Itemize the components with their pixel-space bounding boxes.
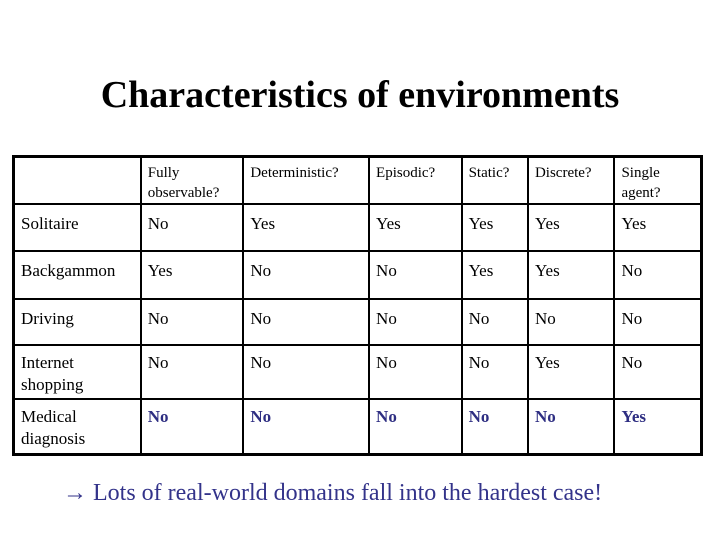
cell-discrete: No	[526, 297, 616, 346]
cell-discrete: Yes	[526, 343, 616, 401]
cell-single-agent: Yes	[613, 203, 703, 253]
header-cell-empty	[12, 155, 142, 206]
cell-discrete: Yes	[526, 250, 616, 300]
row-label: Internet shopping	[12, 343, 142, 401]
cell-discrete: Yes	[526, 203, 616, 253]
slide-title: Characteristics of environments	[100, 74, 620, 116]
cell-fully-observable: Yes	[139, 250, 245, 300]
cell-static: No	[460, 297, 529, 346]
cell-deterministic: No	[242, 343, 371, 401]
row-label: Backgammon	[12, 250, 142, 300]
cell-single-agent: No	[613, 250, 703, 300]
cell-fully-observable: No	[139, 343, 245, 401]
table-row: Solitaire No Yes Yes Yes Yes Yes	[12, 203, 703, 253]
cell-episodic: Yes	[368, 203, 463, 253]
cell-static: Yes	[460, 250, 529, 300]
header-deterministic: Deterministic?	[242, 155, 371, 206]
header-single-agent: Single agent?	[613, 155, 703, 206]
table-header-row: Fully observable? Deterministic? Episodi…	[12, 155, 703, 206]
header-static: Static?	[460, 155, 529, 206]
cell-episodic: No	[368, 398, 463, 456]
cell-deterministic: No	[242, 398, 371, 456]
environment-table: Fully observable? Deterministic? Episodi…	[12, 155, 703, 456]
cell-static: Yes	[460, 203, 529, 253]
cell-episodic: No	[368, 297, 463, 346]
table-row-highlighted: Medical diagnosis No No No No No Yes	[12, 398, 703, 456]
cell-fully-observable: No	[139, 297, 245, 346]
cell-fully-observable: No	[139, 203, 245, 253]
cell-static: No	[460, 398, 529, 456]
cell-single-agent: No	[613, 343, 703, 401]
row-label: Driving	[12, 297, 142, 346]
footer-note: → Lots of real-world domains fall into t…	[63, 480, 603, 506]
cell-static: No	[460, 343, 529, 401]
table-row: Backgammon Yes No No Yes Yes No	[12, 250, 703, 300]
header-discrete: Discrete?	[526, 155, 616, 206]
table-row: Internet shopping No No No No Yes No	[12, 343, 703, 401]
header-fully-observable: Fully observable?	[139, 155, 245, 206]
cell-deterministic: No	[242, 250, 371, 300]
cell-deterministic: Yes	[242, 203, 371, 253]
cell-episodic: No	[368, 343, 463, 401]
table-row: Driving No No No No No No	[12, 297, 703, 346]
cell-episodic: No	[368, 250, 463, 300]
row-label: Solitaire	[12, 203, 142, 253]
row-label: Medical diagnosis	[12, 398, 142, 456]
cell-single-agent: No	[613, 297, 703, 346]
cell-single-agent: Yes	[613, 398, 703, 456]
header-episodic: Episodic?	[368, 155, 463, 206]
cell-discrete: No	[526, 398, 616, 456]
cell-fully-observable: No	[139, 398, 245, 456]
cell-deterministic: No	[242, 297, 371, 346]
